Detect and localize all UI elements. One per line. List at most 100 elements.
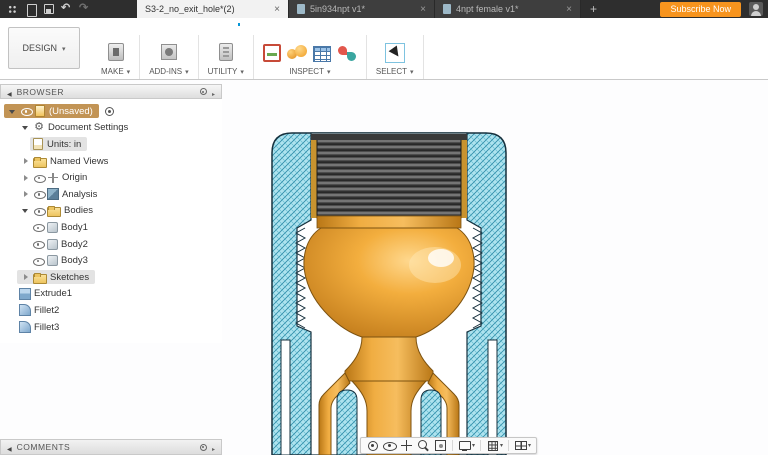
group-inspect: INSPECT xyxy=(254,35,367,79)
separator-icon[interactable] xyxy=(508,440,509,451)
display-settings-icon[interactable]: ▾ xyxy=(457,438,476,453)
tree-item-label: Sketches xyxy=(50,272,89,283)
document-tab[interactable]: 5in934npt v1* xyxy=(289,0,435,18)
tri-closed-icon[interactable] xyxy=(19,155,31,167)
ribbon-tab[interactable] xyxy=(210,18,212,26)
tree-item-label: Analysis xyxy=(62,189,97,200)
chevron-down-icon xyxy=(185,67,189,76)
browser-tree-row[interactable]: Fillet2 xyxy=(0,302,222,319)
section-analysis-icon[interactable] xyxy=(287,44,307,62)
close-tab-icon[interactable] xyxy=(274,4,280,15)
select-cursor-icon[interactable] xyxy=(385,43,405,63)
ribbon-tab[interactable] xyxy=(238,18,240,26)
dropdown-caret: ▾ xyxy=(528,442,531,449)
file-new-icon[interactable] xyxy=(22,2,39,17)
save-icon[interactable] xyxy=(40,2,57,17)
eye-icon[interactable] xyxy=(33,172,45,184)
collapse-panel-icon[interactable] xyxy=(7,438,12,455)
grid-settings-icon[interactable]: ▾ xyxy=(485,438,504,453)
browser-tree-row[interactable]: Sketches xyxy=(0,269,222,286)
flange[interactable] xyxy=(317,216,461,228)
tri-closed-icon[interactable] xyxy=(19,188,31,200)
eye-icon[interactable] xyxy=(32,221,44,233)
browser-tree-row[interactable]: Extrude1 xyxy=(0,286,222,303)
fit-icon[interactable] xyxy=(433,438,448,453)
tree-item-label: Origin xyxy=(62,172,87,183)
close-tab-icon[interactable] xyxy=(420,4,426,15)
apps-grid-icon[interactable] xyxy=(4,2,21,17)
addins-menu[interactable]: ADD-INS xyxy=(149,66,188,76)
separator-icon[interactable] xyxy=(452,440,453,451)
utility-icon[interactable] xyxy=(215,41,237,63)
tree-item-label: Extrude1 xyxy=(34,288,72,299)
tri-open-icon[interactable] xyxy=(19,122,31,134)
eye-icon[interactable] xyxy=(20,105,32,117)
ribbon-tab[interactable] xyxy=(154,18,156,26)
pan-icon[interactable] xyxy=(399,438,414,453)
tri-open-icon[interactable] xyxy=(6,105,18,117)
browser-tree-row[interactable]: Units: in xyxy=(0,136,222,153)
zoom-icon[interactable] xyxy=(416,438,431,453)
collapse-panel-icon[interactable] xyxy=(7,83,12,101)
panel-options-icon[interactable] xyxy=(200,444,207,451)
select-menu[interactable]: SELECT xyxy=(376,66,414,76)
browser-tree-row[interactable]: Analysis xyxy=(0,186,222,203)
fusion360-window: { "topbar": { "icons": [ {"name": "apps-… xyxy=(0,0,768,455)
close-tab-icon[interactable] xyxy=(566,4,572,15)
tri-closed-icon[interactable] xyxy=(19,172,31,184)
folder-icon xyxy=(33,271,47,283)
viewports-icon[interactable]: ▾ xyxy=(513,438,532,453)
make-menu[interactable]: MAKE xyxy=(101,66,130,76)
browser-header[interactable]: BROWSER xyxy=(0,84,222,99)
panel-expand-icon[interactable] xyxy=(212,438,215,455)
inspect-menu[interactable]: INSPECT xyxy=(289,66,330,76)
eye-icon[interactable] xyxy=(32,238,44,250)
browser-tree-row[interactable]: Body2 xyxy=(0,236,222,253)
look-at-icon[interactable] xyxy=(382,438,397,453)
threaded-plug[interactable] xyxy=(317,138,461,218)
browser-tree-row[interactable]: Bodies xyxy=(0,203,222,220)
ribbon-tab[interactable] xyxy=(98,18,100,26)
undo-icon[interactable] xyxy=(58,2,75,17)
subscribe-now-button[interactable]: Subscribe Now xyxy=(660,2,741,17)
browser-tree-row[interactable]: Origin xyxy=(0,169,222,186)
document-tab[interactable]: S3-2_no_exit_hole*(2) xyxy=(137,0,289,18)
chevron-down-icon xyxy=(240,67,244,76)
parameters-table-icon[interactable] xyxy=(313,46,331,62)
user-avatar[interactable] xyxy=(749,2,763,16)
document-tab[interactable]: 4npt female v1* xyxy=(435,0,581,18)
utility-menu[interactable]: UTILITY xyxy=(208,66,244,76)
group-utility: UTILITY xyxy=(199,35,254,79)
new-tab-button[interactable] xyxy=(581,0,606,18)
tree-item-label: Units: in xyxy=(47,139,81,150)
browser-tree-row[interactable]: Document Settings xyxy=(0,120,222,137)
document-tab-title: S3-2_no_exit_hole*(2) xyxy=(145,4,235,14)
chevron-down-icon xyxy=(327,67,331,76)
curvature-analysis-icon[interactable] xyxy=(337,44,357,62)
browser-tree-row[interactable]: Named Views xyxy=(0,153,222,170)
eye-icon[interactable] xyxy=(33,188,45,200)
orbit-icon[interactable] xyxy=(365,438,380,453)
comments-panel-header[interactable]: COMMENTS xyxy=(0,439,222,455)
browser-tree-row[interactable]: Fillet3 xyxy=(0,319,222,336)
browser-tree-row[interactable]: Body3 xyxy=(0,252,222,269)
browser-tree-row[interactable]: Body1 xyxy=(0,219,222,236)
record-icon[interactable] xyxy=(104,105,116,117)
tri-closed-icon[interactable] xyxy=(19,271,31,283)
ribbon-tab[interactable] xyxy=(182,18,184,26)
browser-tree-row[interactable]: (Unsaved) xyxy=(0,103,222,120)
tri-open-icon[interactable] xyxy=(19,205,31,217)
eye-icon[interactable] xyxy=(32,255,44,267)
body-icon xyxy=(46,238,58,250)
make-icon[interactable] xyxy=(105,41,127,63)
eye-icon[interactable] xyxy=(33,205,45,217)
panel-options-icon[interactable] xyxy=(200,88,207,95)
tree-item-label: Body3 xyxy=(61,255,88,266)
panel-expand-icon[interactable] xyxy=(212,83,215,101)
measure-icon[interactable] xyxy=(263,44,281,62)
workspace-selector[interactable]: DESIGN xyxy=(8,27,80,69)
ribbon-tab[interactable] xyxy=(126,18,128,26)
redo-icon[interactable] xyxy=(76,2,93,17)
addins-icon[interactable] xyxy=(158,41,180,63)
separator-icon[interactable] xyxy=(480,440,481,451)
